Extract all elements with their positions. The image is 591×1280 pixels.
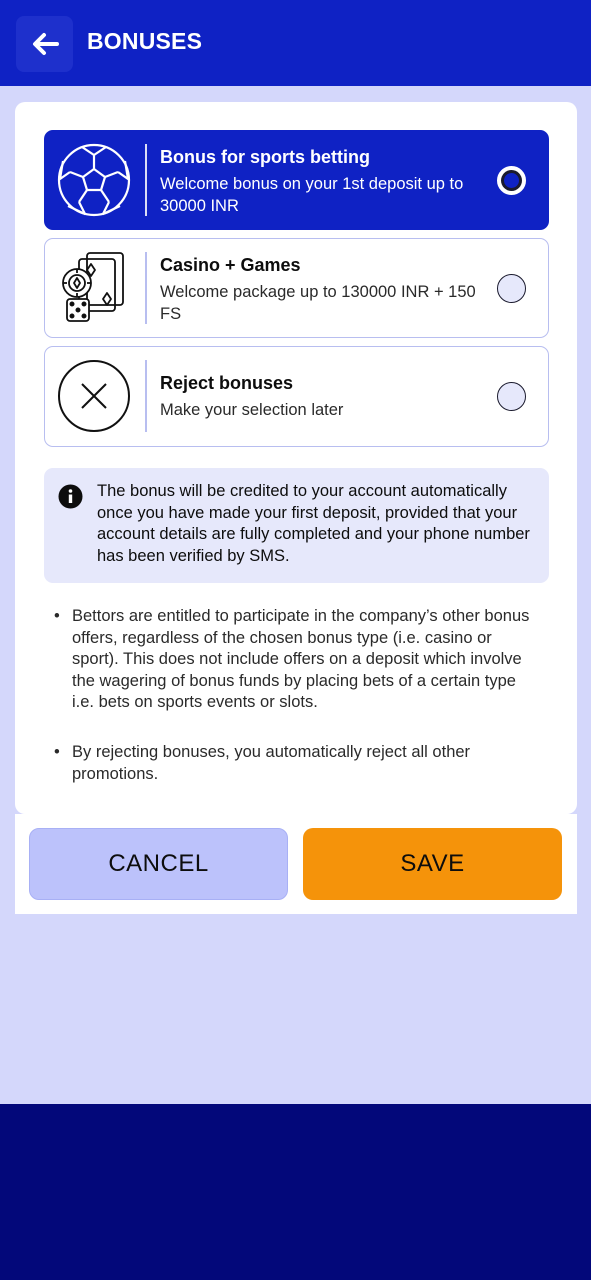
option-title: Reject bonuses bbox=[160, 373, 294, 393]
bullet-dot: • bbox=[54, 743, 60, 761]
bonus-card: Bonus for sports betting Welcome bonus o… bbox=[15, 102, 577, 814]
option-divider bbox=[145, 144, 147, 216]
option-divider bbox=[145, 252, 147, 324]
cancel-button[interactable]: CANCEL bbox=[29, 828, 288, 900]
option-description: Make your selection later bbox=[160, 401, 344, 419]
option-title: Bonus for sports betting bbox=[160, 147, 370, 167]
option-description: Welcome bonus on your 1st deposit up to … bbox=[160, 175, 464, 215]
reject-x-icon bbox=[57, 359, 131, 433]
option-title: Casino + Games bbox=[160, 255, 301, 275]
radio-reject-bonuses[interactable] bbox=[497, 382, 526, 411]
bullet-text: Bettors are entitled to participate in t… bbox=[72, 607, 530, 711]
arrow-left-icon bbox=[32, 33, 59, 55]
casino-cards-dice-icon bbox=[57, 251, 131, 325]
option-sports-betting[interactable]: Bonus for sports betting Welcome bonus o… bbox=[44, 130, 549, 230]
option-reject-bonuses[interactable]: Reject bonuses Make your selection later bbox=[44, 346, 549, 447]
option-casino-games[interactable]: Casino + Games Welcome package up to 130… bbox=[44, 238, 549, 338]
back-button[interactable] bbox=[16, 16, 73, 72]
bullet-dot: • bbox=[54, 607, 60, 625]
option-divider bbox=[145, 360, 147, 432]
info-icon bbox=[58, 484, 83, 509]
bottom-band bbox=[0, 1104, 591, 1280]
action-bar: CANCEL SAVE bbox=[15, 814, 577, 914]
radio-casino-games[interactable] bbox=[497, 274, 526, 303]
page-title: BONUSES bbox=[87, 28, 203, 54]
info-notice: The bonus will be credited to your accou… bbox=[44, 468, 549, 583]
header-bar: BONUSES bbox=[0, 0, 591, 86]
bullet-text: By rejecting bonuses, you automatically … bbox=[72, 743, 471, 783]
info-text: The bonus will be credited to your accou… bbox=[97, 482, 530, 565]
radio-sports-betting[interactable] bbox=[497, 166, 526, 195]
save-button[interactable]: SAVE bbox=[303, 828, 562, 900]
soccer-ball-icon bbox=[57, 143, 131, 217]
option-description: Welcome package up to 130000 INR + 150 F… bbox=[160, 283, 476, 323]
